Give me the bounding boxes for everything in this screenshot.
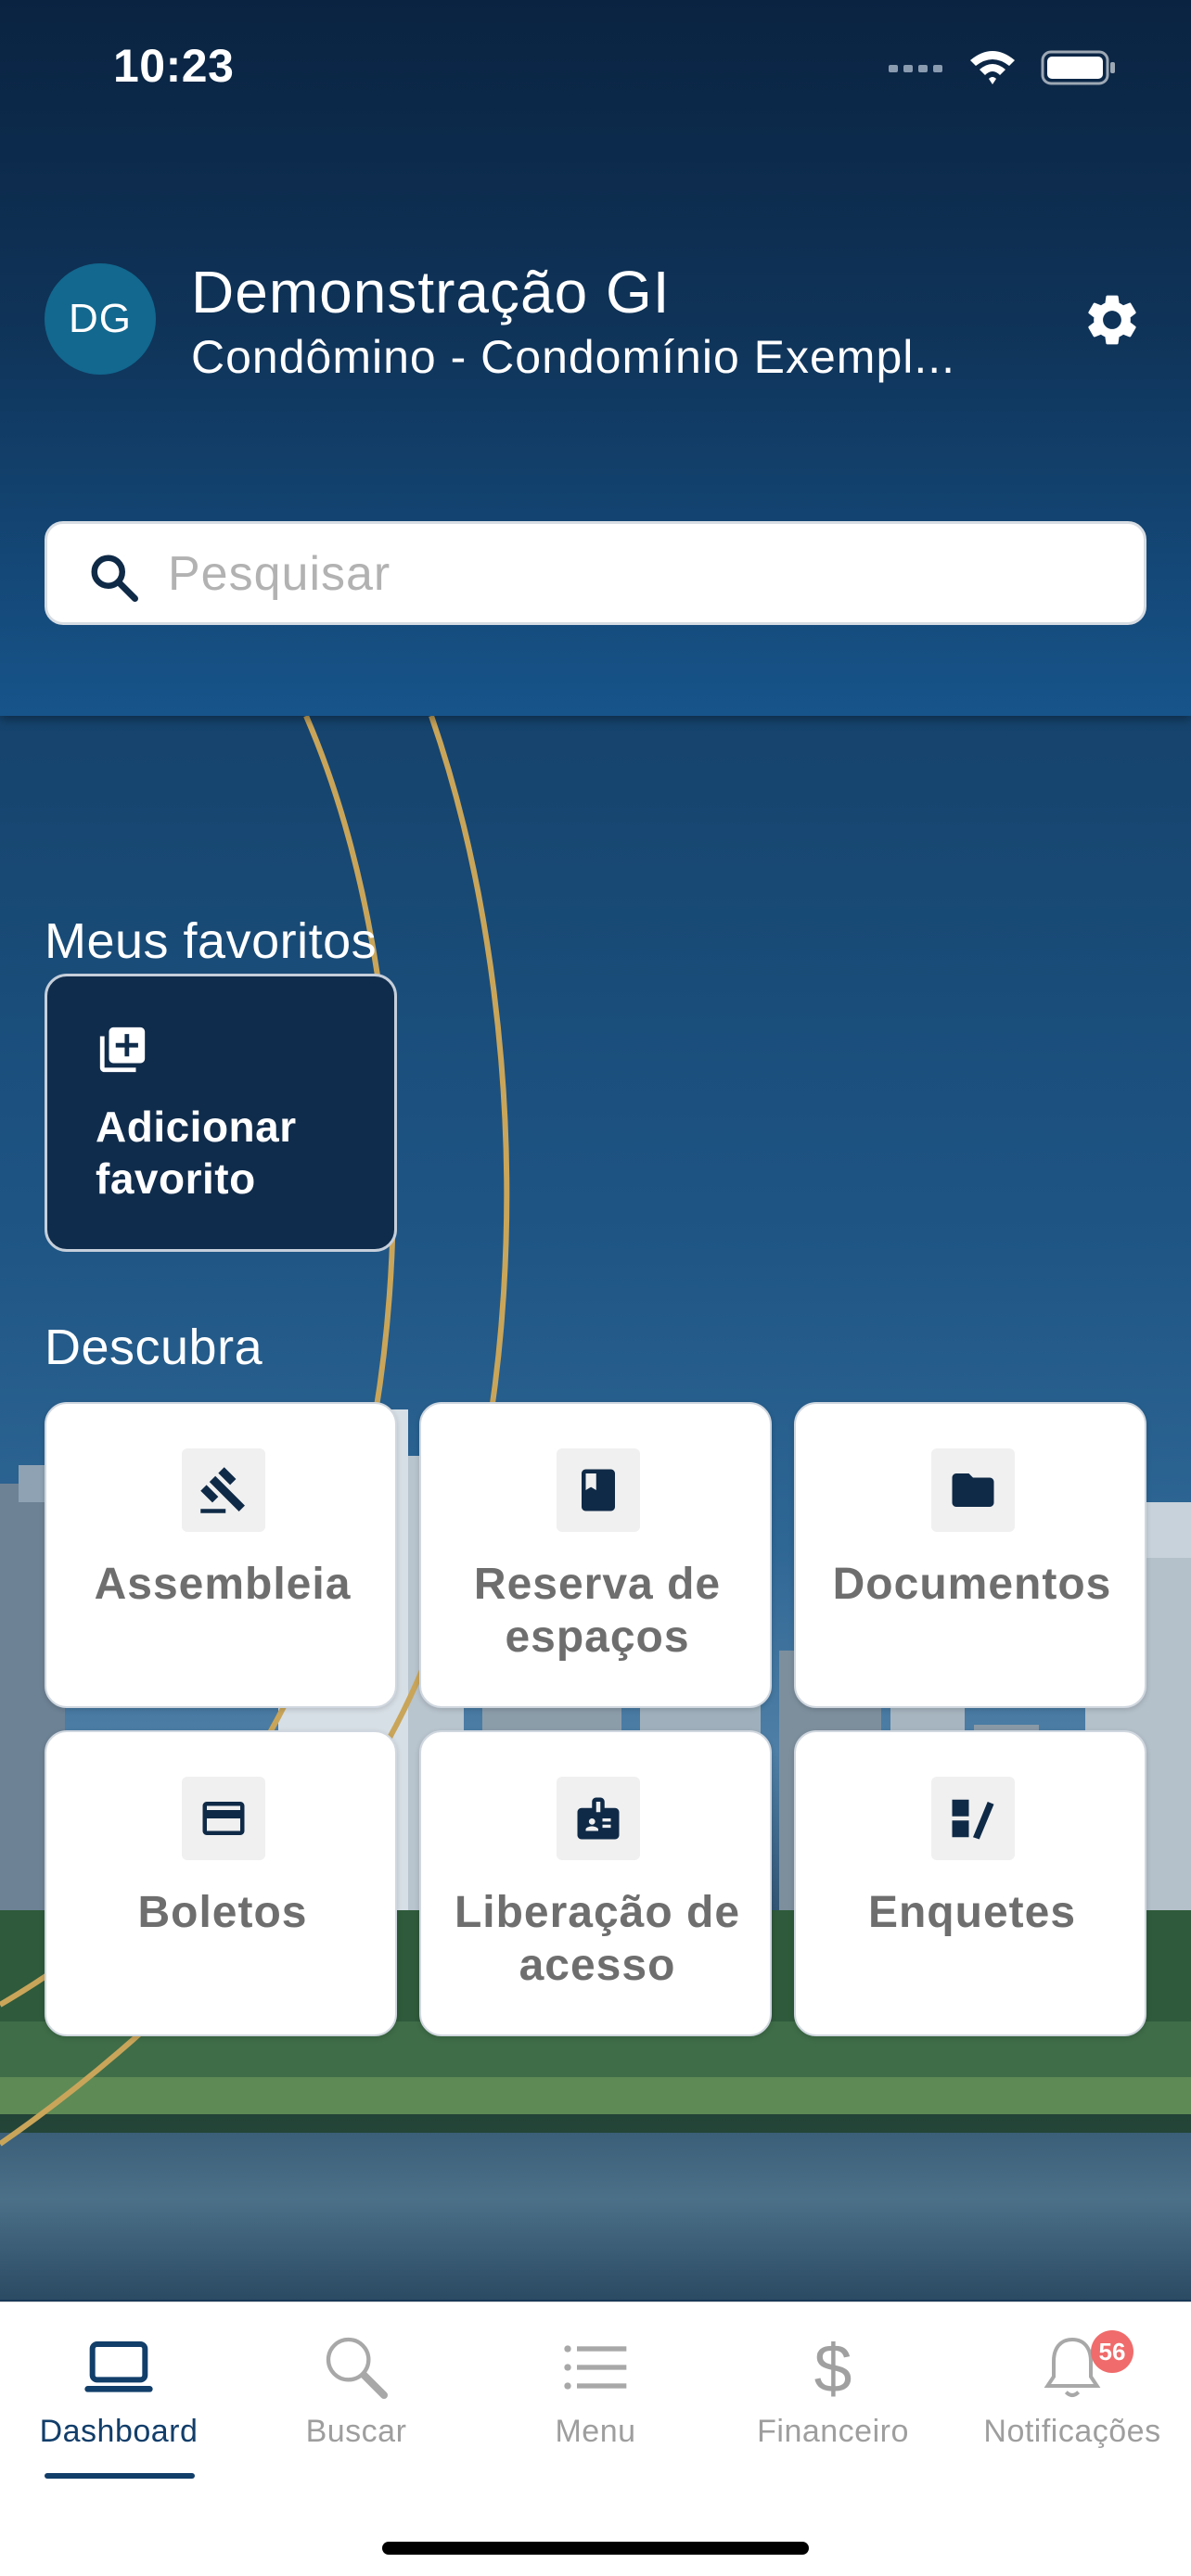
bottom-tab-bar: Dashboard Buscar Menu $ Financeiro 56 No… [0, 2302, 1191, 2576]
tile-documentos[interactable]: Documentos [794, 1402, 1146, 1708]
tab-label: Dashboard [39, 2414, 198, 2449]
tab-label: Financeiro [757, 2414, 909, 2449]
add-library-icon [99, 1027, 146, 1073]
book-icon [582, 1469, 615, 1511]
active-tab-indicator [45, 2473, 195, 2479]
cellular-signal-icon [889, 65, 942, 72]
magnifier-icon [326, 2337, 388, 2399]
tile-label: Documentos [832, 1560, 1112, 1609]
folder-icon [952, 1473, 994, 1507]
tab-financeiro[interactable]: $ Financeiro [714, 2302, 952, 2488]
status-icons [889, 45, 1117, 91]
tile-icon-box [931, 1448, 1015, 1532]
add-favorite-label: Adicionar favorito [96, 1103, 297, 1203]
search-input[interactable] [168, 537, 1114, 611]
tile-label: Boletos [137, 1888, 308, 1937]
tile-boletos[interactable]: Boletos [45, 1730, 397, 2036]
discover-title: Descubra [45, 1320, 263, 1375]
tile-icon-box [931, 1777, 1015, 1860]
tile-icon-box [557, 1448, 640, 1532]
tile-icon-box [557, 1777, 640, 1860]
badge-icon [577, 1797, 620, 1840]
tile-reserva-de-espacos[interactable]: Reserva de espaços [419, 1402, 772, 1708]
background [0, 0, 1191, 2576]
gavel-icon [200, 1467, 245, 1513]
tab-buscar[interactable]: Buscar [237, 2302, 475, 2488]
tab-dashboard[interactable]: Dashboard [0, 2302, 237, 2488]
search-bar[interactable] [45, 521, 1146, 625]
battery-icon [1041, 50, 1115, 85]
tile-label: Liberação de acesso [454, 1888, 741, 1990]
search-icon [91, 555, 138, 602]
status-time: 10:23 [113, 40, 235, 92]
add-favorite-button[interactable]: Adicionar favorito [45, 974, 397, 1252]
tab-label: Menu [555, 2414, 636, 2449]
profile-name: Demonstração GI [191, 259, 671, 325]
tab-label: Buscar [305, 2414, 407, 2449]
dollar-icon: $ [814, 2331, 852, 2404]
tile-icon-box [182, 1777, 265, 1860]
tile-label: Assembleia [94, 1560, 352, 1609]
avatar[interactable]: DG [45, 263, 156, 375]
gear-icon[interactable] [1082, 289, 1143, 351]
tile-liberacao-de-acesso[interactable]: Liberação de acesso [419, 1730, 772, 2036]
svg-text:$: $ [814, 2331, 852, 2404]
tab-label: Notificações [983, 2414, 1161, 2449]
profile-subtitle[interactable]: Condômino - Condomínio Exempl... [191, 330, 1035, 384]
tile-label: Reserva de espaços [473, 1560, 722, 1662]
poll-icon [952, 1799, 994, 1840]
favorites-title: Meus favoritos [45, 913, 378, 969]
tab-menu[interactable]: Menu [477, 2302, 714, 2488]
list-icon [564, 2345, 627, 2390]
status-bar: 10:23 [0, 0, 1191, 130]
tile-enquetes[interactable]: Enquetes [794, 1730, 1146, 2036]
tile-label: Enquetes [867, 1888, 1077, 1937]
notification-badge: 56 [1091, 2330, 1133, 2373]
laptop-icon [84, 2341, 153, 2392]
tile-icon-box [182, 1448, 265, 1532]
credit-card-icon [202, 1802, 245, 1835]
home-indicator[interactable] [382, 2542, 809, 2555]
tab-notificacoes[interactable]: 56 Notificações [954, 2302, 1191, 2488]
tile-assembleia[interactable]: Assembleia [45, 1402, 397, 1708]
wifi-icon [970, 51, 1015, 84]
